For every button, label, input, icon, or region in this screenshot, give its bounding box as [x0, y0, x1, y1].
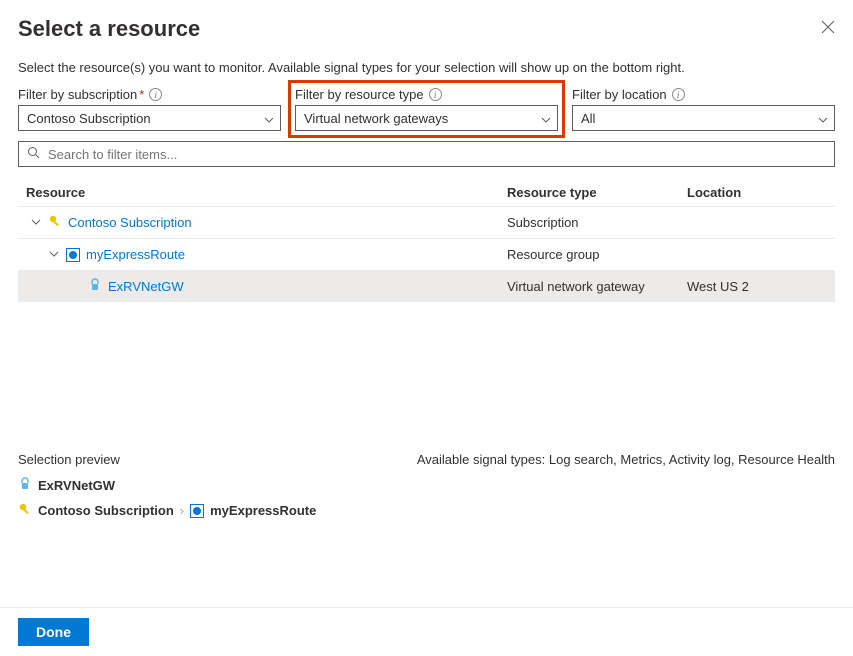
- chevron-down-icon: [541, 111, 551, 126]
- filter-location-select[interactable]: All: [572, 105, 835, 131]
- col-location: Location: [687, 185, 827, 200]
- key-icon: [48, 214, 62, 231]
- row-name: myExpressRoute: [86, 247, 185, 262]
- row-name: Contoso Subscription: [68, 215, 192, 230]
- gateway-icon: [18, 477, 32, 494]
- filter-subscription-select[interactable]: Contoso Subscription: [18, 105, 281, 131]
- resourcegroup-icon: [66, 248, 80, 262]
- filter-location-label: Filter by location i: [572, 87, 835, 102]
- row-name: ExRVNetGW: [108, 279, 184, 294]
- filter-subscription-label: Filter by subscription* i: [18, 87, 281, 102]
- chevron-down-icon: [818, 111, 828, 126]
- preview-selected: ExRVNetGW: [18, 477, 316, 494]
- search-icon: [27, 146, 40, 162]
- info-icon[interactable]: i: [149, 88, 162, 101]
- gateway-icon: [88, 278, 102, 295]
- col-resource: Resource: [26, 185, 507, 200]
- search-input[interactable]: [18, 141, 835, 167]
- close-icon[interactable]: [821, 20, 835, 39]
- row-loc: West US 2: [687, 279, 827, 294]
- panel-title: Select a resource: [18, 16, 200, 42]
- footer: Done: [0, 607, 853, 656]
- available-signal-types: Available signal types: Log search, Metr…: [417, 452, 835, 519]
- highlighted-filter: Filter by resource type i Virtual networ…: [288, 80, 565, 138]
- row-type: Resource group: [507, 247, 687, 262]
- row-type: Virtual network gateway: [507, 279, 687, 294]
- chevron-down-icon: [264, 111, 274, 126]
- table-row[interactable]: ExRVNetGW Virtual network gateway West U…: [18, 270, 835, 302]
- filter-resourcetype-label: Filter by resource type i: [295, 87, 558, 102]
- done-button[interactable]: Done: [18, 618, 89, 646]
- table-row[interactable]: Contoso Subscription Subscription: [18, 206, 835, 238]
- info-icon[interactable]: i: [672, 88, 685, 101]
- selection-preview-title: Selection preview: [18, 452, 316, 467]
- resourcegroup-icon: [190, 504, 204, 518]
- filter-resourcetype-select[interactable]: Virtual network gateways: [295, 105, 558, 131]
- preview-breadcrumb: Contoso Subscription › myExpressRoute: [18, 502, 316, 519]
- key-icon: [18, 502, 32, 519]
- col-type: Resource type: [507, 185, 687, 200]
- expand-icon[interactable]: [30, 217, 42, 228]
- row-type: Subscription: [507, 215, 687, 230]
- expand-icon[interactable]: [48, 249, 60, 260]
- chevron-right-icon: ›: [180, 503, 184, 518]
- info-icon[interactable]: i: [429, 88, 442, 101]
- search-field[interactable]: [46, 146, 828, 163]
- table-row[interactable]: myExpressRoute Resource group: [18, 238, 835, 270]
- table-header: Resource Resource type Location: [18, 179, 835, 206]
- panel-description: Select the resource(s) you want to monit…: [18, 60, 835, 75]
